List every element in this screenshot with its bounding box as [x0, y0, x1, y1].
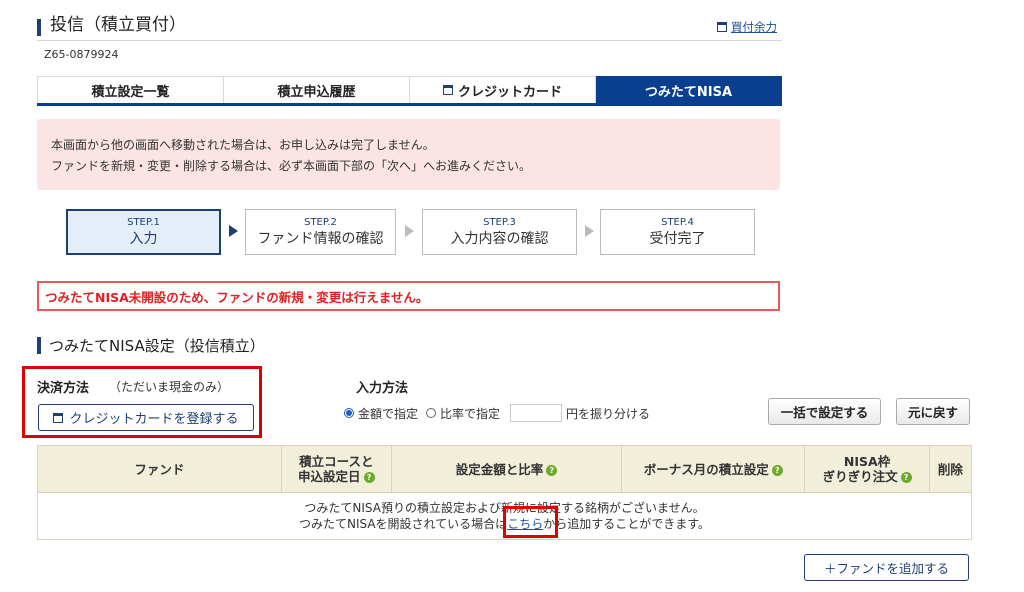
radio-ratio-label[interactable]: 比率で指定 — [440, 405, 500, 422]
step-arrow-icon — [405, 225, 414, 237]
tab-application-history[interactable]: 積立申込履歴 — [224, 76, 410, 103]
payment-method-label: 決済方法 — [37, 381, 90, 396]
step-2: STEP.2 ファンド情報の確認 — [245, 209, 396, 255]
col-nisa: NISA枠 ぎりぎり注文? — [804, 445, 930, 493]
window-icon — [717, 22, 727, 32]
error-message: つみたてNISA未開設のため、ファンドの新規・変更は行えません。 — [37, 281, 780, 311]
step-1: STEP.1 入力 — [66, 209, 221, 255]
add-fund-button[interactable]: ＋ファンドを追加する — [804, 554, 969, 581]
tab-tsumitate-nisa[interactable]: つみたてNISA — [596, 76, 782, 103]
link-highlight — [503, 506, 558, 538]
radio-amount[interactable] — [344, 408, 354, 418]
ratio-suffix: 円を振り分ける — [566, 406, 651, 421]
col-amount: 設定金額と比率? — [390, 445, 623, 493]
account-id: Z65-0879924 — [44, 48, 119, 61]
help-icon[interactable]: ? — [546, 464, 558, 476]
step-arrow-icon — [229, 225, 238, 237]
register-card-button[interactable]: クレジットカードを登録する — [38, 404, 254, 431]
step-3: STEP.3 入力内容の確認 — [422, 209, 577, 255]
help-icon[interactable]: ? — [771, 464, 783, 476]
col-course: 積立コースと 申込設定日? — [280, 445, 392, 493]
page-title: 投信（積立買付） — [50, 15, 186, 35]
help-icon[interactable]: ? — [363, 472, 375, 483]
help-icon[interactable]: ? — [900, 472, 912, 483]
notice-line-1: 本画面から他の画面へ移動された場合は、お申し込みは完了しません。 — [51, 138, 435, 152]
step-4: STEP.4 受付完了 — [600, 209, 755, 255]
reset-button[interactable]: 元に戻す — [896, 398, 970, 425]
step-arrow-icon — [585, 225, 594, 237]
col-delete: 削除 — [928, 445, 973, 493]
input-method-label: 入力方法 — [356, 381, 409, 396]
section-title: つみたてNISA設定（投信積立） — [49, 337, 265, 355]
window-icon — [442, 85, 453, 95]
buying-power-label: 買付余力 — [731, 20, 777, 34]
col-fund: ファンド — [37, 445, 282, 493]
input-method-options: 金額で指定 比率で指定 円を振り分ける — [344, 404, 650, 422]
title-marker — [37, 19, 41, 36]
bulk-set-button[interactable]: 一括で設定する — [768, 398, 881, 425]
section-marker — [37, 337, 41, 354]
window-icon — [53, 412, 64, 423]
buying-power-link[interactable]: 買付余力 — [717, 19, 777, 35]
tab-accumulation-list[interactable]: 積立設定一覧 — [37, 76, 224, 103]
payment-method-note: （ただいま現金のみ） — [109, 380, 230, 394]
tab-credit-card[interactable]: クレジットカード — [410, 76, 596, 103]
radio-amount-label[interactable]: 金額で指定 — [358, 405, 418, 422]
notice-box: 本画面から他の画面へ移動された場合は、お申し込みは完了しません。 ファンドを新規… — [37, 119, 780, 190]
col-bonus: ボーナス月の積立設定? — [621, 445, 806, 493]
ratio-input[interactable] — [510, 404, 563, 422]
radio-ratio[interactable] — [426, 408, 437, 418]
tab-bar: 積立設定一覧 積立申込履歴 クレジットカード つみたてNISA — [37, 76, 782, 106]
notice-line-2: ファンドを新規・変更・削除する場合は、必ず本画面下部の「次へ」へお進みください。 — [51, 159, 532, 173]
